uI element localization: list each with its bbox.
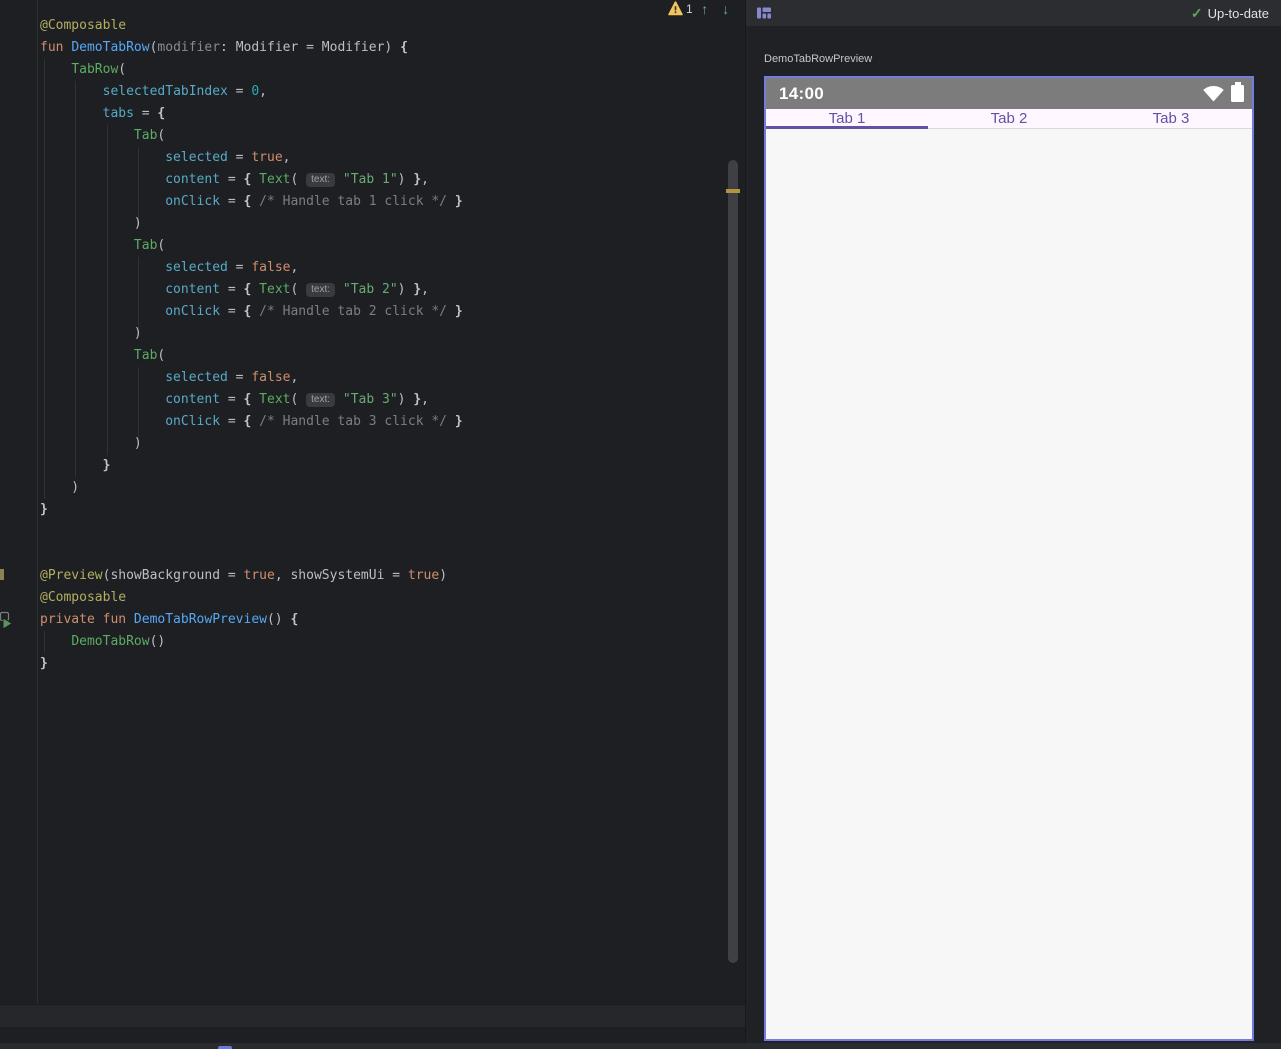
code-line[interactable]: @Preview(showBackground = true, showSyst… [0,565,745,587]
code-line[interactable]: @Composable [0,15,745,37]
statusbar-icons [1203,82,1244,102]
code-line[interactable] [0,521,745,543]
code-line[interactable]: selectedTabIndex = 0, [0,81,745,103]
code-line[interactable]: selected = false, [0,257,745,279]
code-line[interactable]: } [0,455,745,477]
code-line[interactable]: ) [0,213,745,235]
tab-indicator [766,126,928,129]
check-icon: ✓ [1190,4,1203,21]
code-line[interactable]: ) [0,477,745,499]
phone-status-bar: 14:00 [766,78,1252,109]
preview-toolbar: ✓ Up-to-date [746,0,1281,26]
next-problem-arrow-icon[interactable]: ↓ [717,2,735,16]
code-line[interactable]: onClick = { /* Handle tab 2 click */ } [0,301,745,323]
phone-clock: 14:00 [779,83,824,103]
code-line[interactable]: fun DemoTabRow(modifier: Modifier = Modi… [0,37,745,59]
code-line[interactable]: @Composable [0,587,745,609]
code-line[interactable]: ) [0,433,745,455]
editor-scrollbar[interactable] [728,160,738,963]
code-line[interactable]: Tab( [0,235,745,257]
code-line[interactable]: content = { Text( text: "Tab 1") }, [0,169,745,191]
code-line[interactable]: onClick = { /* Handle tab 1 click */ } [0,191,745,213]
gutter-annotation-mark [0,569,4,580]
warning-count: 1 [686,1,693,16]
preview-name-label[interactable]: DemoTabRowPreview [764,53,872,65]
code-line[interactable]: tabs = { [0,103,745,125]
code-line[interactable] [0,543,745,565]
compose-preview-panel: ✓ Up-to-date DemoTabRowPreview 14:00 Tab… [745,0,1281,1049]
preview-tab: Tab 1 [766,109,928,129]
build-status-badge[interactable]: ✓ Up-to-date [1191,5,1269,22]
code-lines: @Composable fun DemoTabRow(modifier: Modi… [0,15,745,675]
tab-label: Tab 1 [828,110,866,127]
code-line[interactable]: private fun DemoTabRowPreview() { [0,609,745,631]
code-line[interactable]: } [0,499,745,521]
tab-label: Tab 2 [990,110,1028,127]
run-preview-icon[interactable] [0,611,14,629]
code-line[interactable]: selected = true, [0,147,745,169]
scrollbar-warning-mark[interactable] [726,189,740,193]
tab-label: Tab 3 [1152,110,1190,127]
code-line[interactable]: DemoTabRow() [0,631,745,653]
code-line[interactable]: selected = false, [0,367,745,389]
inspection-widget[interactable]: 1 ↑ ↓ [668,0,735,17]
wifi-icon [1203,85,1224,101]
code-line[interactable]: onClick = { /* Handle tab 3 click */ } [0,411,745,433]
previous-problem-arrow-icon[interactable]: ↑ [696,2,714,16]
phone-tab-row: Tab 1 Tab 2 Tab 3 [766,109,1252,129]
code-line[interactable]: TabRow( [0,59,745,81]
warning-icon [668,1,683,16]
code-line[interactable]: content = { Text( text: "Tab 2") }, [0,279,745,301]
battery-icon [1231,82,1244,102]
code-line[interactable]: ) [0,323,745,345]
editor-bottom-band [0,1004,745,1027]
code-line[interactable]: Tab( [0,125,745,147]
bottom-status-strip [0,1043,1281,1049]
phone-preview-frame[interactable]: 14:00 Tab 1 Tab 2 Tab 3 [764,76,1254,1041]
code-line[interactable]: Tab( [0,345,745,367]
code-line[interactable]: } [0,653,745,675]
code-editor[interactable]: @Composable fun DemoTabRow(modifier: Modi… [0,0,745,1049]
code-line[interactable]: content = { Text( text: "Tab 3") }, [0,389,745,411]
grid-layout-icon[interactable] [757,7,771,19]
preview-tab: Tab 2 [928,109,1090,128]
build-status-label: Up-to-date [1207,5,1269,21]
preview-tab: Tab 3 [1090,109,1252,128]
phone-content-area [766,129,1252,1038]
